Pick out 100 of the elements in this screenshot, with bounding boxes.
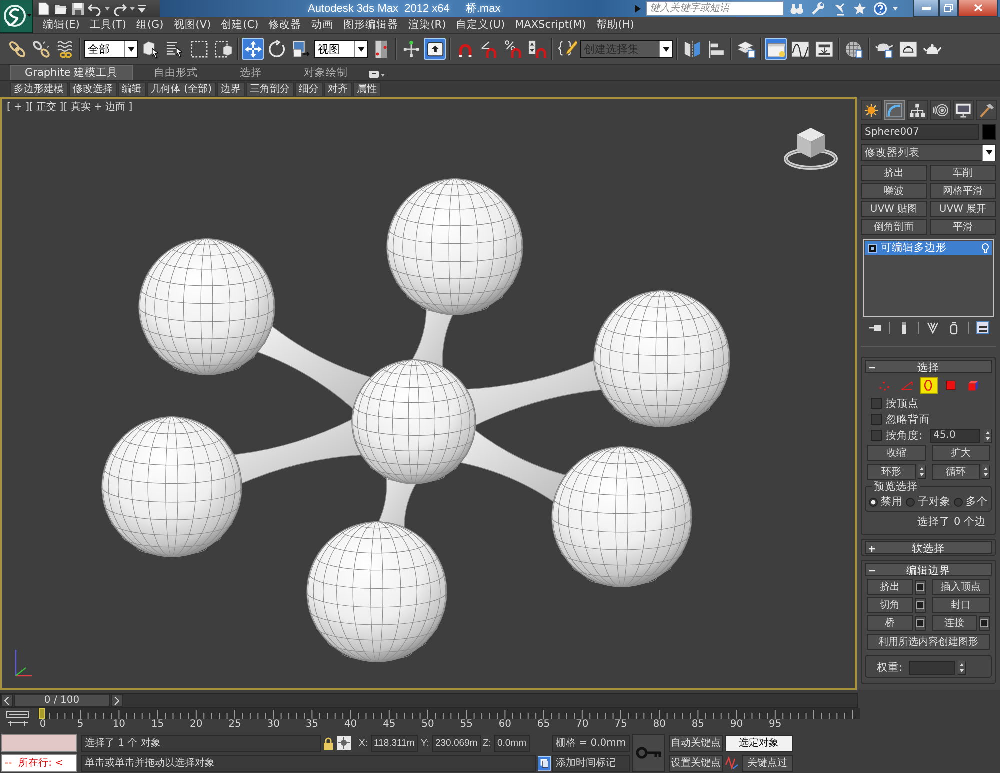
settings-box-icon[interactable] <box>979 616 990 630</box>
modifier-button[interactable]: 挤出 <box>861 165 927 181</box>
radio-option[interactable]: 禁用 <box>869 495 903 509</box>
checkbox[interactable] <box>871 398 882 409</box>
spinner-magnet-icon[interactable] <box>526 38 548 60</box>
chevron-right-icon[interactable] <box>111 694 123 707</box>
menu-item[interactable]: 渲染(R) <box>408 18 446 32</box>
radio-option[interactable]: 多个 <box>954 495 988 509</box>
keyboard-key-icon[interactable] <box>424 38 446 60</box>
chevron-left-icon[interactable] <box>1 694 13 707</box>
modifier-button[interactable]: 网格平滑 <box>930 183 996 199</box>
current-frame-marker[interactable] <box>39 708 45 719</box>
lock-icon[interactable] <box>323 736 334 750</box>
edit-button[interactable]: 封口 <box>932 597 990 613</box>
stack-item[interactable]: 可编辑多边形 <box>865 241 992 255</box>
edit-button[interactable]: 切角 <box>867 597 912 613</box>
app-logo-icon[interactable] <box>0 0 33 33</box>
viewport-label[interactable]: [ + ][ 正交 ][ 真实 + 边面 ] <box>7 100 133 114</box>
caret-icon[interactable] <box>986 150 992 155</box>
menu-item[interactable]: 自定义(U) <box>456 18 506 32</box>
radio-button-icon[interactable] <box>954 498 963 506</box>
checkbox[interactable] <box>871 414 882 425</box>
ribbon-panel[interactable]: 编辑 <box>118 82 146 96</box>
ribbon-tab[interactable]: 对象绘制 <box>283 65 370 80</box>
percent-magnet-icon[interactable] <box>502 38 524 60</box>
binoculars-icon[interactable] <box>789 2 805 16</box>
modifier-button[interactable]: UVW 贴图 <box>861 201 927 217</box>
restore-icon[interactable] <box>939 0 958 17</box>
checkbox[interactable] <box>871 430 882 441</box>
menu-item[interactable]: 动画 <box>312 18 334 32</box>
ribbon-options-icon[interactable] <box>369 70 386 80</box>
ribbon-tab[interactable]: Graphite 建模工具 <box>10 65 134 80</box>
menu-item[interactable]: 创建(C) <box>221 18 259 32</box>
redo-icon[interactable] <box>113 2 127 16</box>
plus-icon[interactable] <box>868 545 876 553</box>
double-v-icon[interactable] <box>926 321 940 335</box>
modifier-button[interactable]: 车削 <box>930 165 996 181</box>
settings-box-icon[interactable] <box>914 580 926 594</box>
border-loop-icon[interactable] <box>920 376 938 394</box>
selection-button[interactable]: 收缩 <box>867 445 926 461</box>
wrench-icon[interactable] <box>810 2 826 16</box>
broken-chain-icon[interactable] <box>30 38 52 60</box>
viewport[interactable]: [ + ][ 正交 ][ 真实 + 边面 ] <box>0 97 857 690</box>
hammer-icon[interactable] <box>976 100 997 120</box>
auto-key-button[interactable]: 自动关键点 <box>669 734 723 752</box>
object-name-field[interactable]: Sphere007 <box>861 124 979 140</box>
help-icon[interactable] <box>873 2 888 16</box>
modifier-button[interactable]: 平滑 <box>930 219 996 235</box>
create-shape-button[interactable]: 利用所选内容创建图形 <box>867 634 990 650</box>
set-key-button[interactable]: 设置关键点 <box>669 754 723 772</box>
zigzag-curve-icon[interactable] <box>725 756 739 770</box>
overlapping-squares-icon[interactable] <box>538 756 551 770</box>
dropdown[interactable]: 全部 <box>84 40 138 58</box>
window-panel-icon[interactable] <box>765 38 787 60</box>
coordinate-field[interactable]: 230.069m <box>432 734 481 752</box>
ribbon-tab[interactable]: 选择 <box>219 65 284 80</box>
spinner-arrows-icon[interactable] <box>918 465 926 479</box>
rollout-header[interactable]: 编辑边界 <box>865 563 992 576</box>
stack-toggle-icon[interactable] <box>868 244 877 252</box>
edit-button[interactable]: 挤出 <box>867 579 912 595</box>
minimize-icon[interactable] <box>913 0 939 17</box>
menu-item[interactable]: 修改器 <box>268 18 302 32</box>
menu-item[interactable]: 组(G) <box>136 18 164 32</box>
settings-box-icon[interactable] <box>914 598 926 612</box>
edit-button[interactable]: 桥 <box>867 615 912 631</box>
ribbon-tab[interactable]: 自由形式 <box>133 65 220 80</box>
caret-icon[interactable] <box>662 46 670 52</box>
menu-item[interactable]: 工具(T) <box>90 18 126 32</box>
spinner-arrows-icon[interactable] <box>984 428 992 442</box>
save-icon[interactable] <box>71 2 85 16</box>
settings-box-icon[interactable] <box>914 616 926 630</box>
ribbon-panel[interactable]: 细分 <box>294 82 323 96</box>
move-arrows-icon[interactable] <box>242 38 264 60</box>
coordinate-field[interactable]: 0.0mm <box>494 734 530 752</box>
modifier-button[interactable]: 噪波 <box>861 183 927 199</box>
menu-item[interactable]: 编辑(E) <box>43 18 80 32</box>
modifier-button[interactable]: 倒角剖面 <box>861 219 927 235</box>
menu-item[interactable]: 帮助(H) <box>596 18 634 32</box>
ribbon-panel[interactable]: 几何体 (全部) <box>147 82 216 96</box>
bulb-outline-icon[interactable] <box>982 242 989 254</box>
spinner-arrows-icon[interactable] <box>958 661 966 675</box>
star-icon[interactable] <box>852 2 868 16</box>
customize-caret-icon[interactable] <box>138 4 146 12</box>
ribbon-panel[interactable]: 边界 <box>216 82 245 96</box>
edit-button[interactable]: 连接 <box>932 615 977 631</box>
rotate-arrow-icon[interactable] <box>266 38 288 60</box>
caret-icon[interactable] <box>358 46 364 52</box>
ribbon-panel[interactable]: 对齐 <box>324 82 352 96</box>
ribbon-panel[interactable]: 属性 <box>352 82 381 96</box>
time-slider-track[interactable]: 0 / 100 <box>0 693 858 708</box>
menu-item[interactable]: 视图(V) <box>174 18 212 32</box>
caret-icon[interactable] <box>128 46 134 52</box>
undo-icon[interactable] <box>88 2 102 16</box>
modifier-list-dropdown[interactable]: 修改器列表 <box>861 144 996 161</box>
dropdown[interactable]: 视图 <box>314 40 368 58</box>
monitor-icon[interactable] <box>953 100 974 120</box>
spinner-arrows-icon[interactable] <box>982 465 990 479</box>
rollout-header[interactable]: 选择 <box>865 360 992 373</box>
selection-button[interactable]: 循环 <box>932 464 980 480</box>
close-icon[interactable] <box>958 0 998 17</box>
